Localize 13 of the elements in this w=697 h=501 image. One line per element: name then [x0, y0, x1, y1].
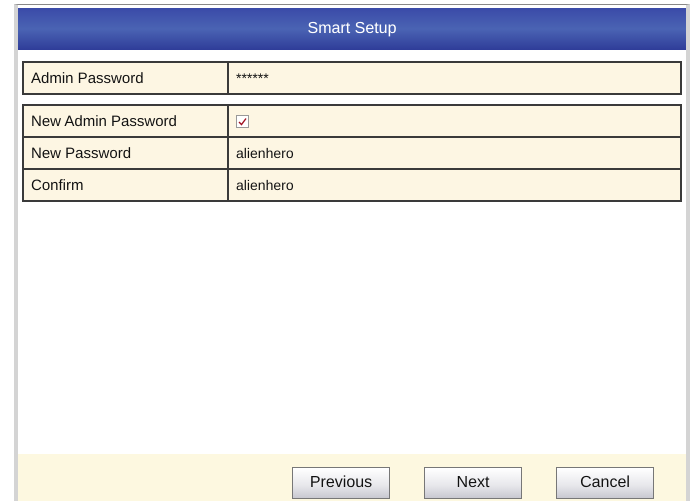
checkbox[interactable]: [236, 114, 249, 128]
field-label: New Admin Password: [24, 106, 229, 136]
input-field[interactable]: ******: [236, 70, 269, 86]
dialog-button[interactable]: Previous: [292, 467, 390, 499]
input-field[interactable]: alienhero: [236, 145, 294, 161]
field-label: Confirm: [24, 170, 229, 200]
field-label: Admin Password: [24, 63, 229, 93]
checkmark-icon: [238, 116, 247, 126]
input-field[interactable]: alienhero: [236, 177, 294, 193]
window-title: Smart Setup: [18, 8, 686, 50]
field-label: New Password: [24, 138, 229, 168]
dialog-button[interactable]: Cancel: [556, 467, 654, 499]
dialog-button[interactable]: Next: [424, 467, 522, 499]
